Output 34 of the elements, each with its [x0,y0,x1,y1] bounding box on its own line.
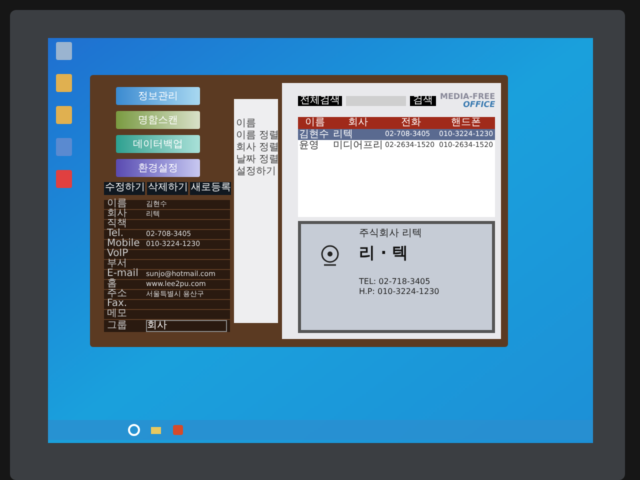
field-label: VoIP [107,249,130,259]
logo-text: OFFICE [463,101,496,109]
field-label: 홈 [107,279,118,289]
sort-menu-item[interactable]: 이름 정렬 [236,131,278,141]
column-header[interactable]: 핸드폰 [438,118,494,128]
search-label: 전체검색 [298,96,342,106]
field-label: E-mail [107,269,140,279]
sort-menu-item[interactable]: 날짜 정렬 [236,155,278,165]
group-dropdown[interactable]: 회사 [146,320,227,332]
logo-text: MEDIA-FREE [440,93,496,101]
sort-menu-item[interactable]: 회사 정렬 [236,143,278,153]
field-label: 이름 [107,199,128,209]
field-label: Mobile [107,239,141,249]
field-label: 메모 [107,309,128,319]
column-header[interactable]: 회사 [332,118,384,128]
field-label: 주소 [107,289,128,299]
field-label: 그룹 [107,320,128,330]
column-header[interactable]: 이름 [298,118,332,128]
field-label: Tel. [107,229,124,239]
field-label: 회사 [107,209,128,219]
field-label: Fax. [107,299,128,309]
field-label: 부서 [107,259,127,269]
card-text: TEL: 02-718-3405 [359,276,432,286]
column-header[interactable]: 전화 [384,118,438,128]
search-button[interactable]: 검색 [410,96,436,106]
sort-menu-item[interactable]: 이름 [236,119,278,129]
card-title: 주식회사 리텍 [359,228,424,240]
action-button[interactable]: 수정하기 [104,182,145,194]
card-text: H.P: 010-3224-1230 [359,286,440,296]
action-button[interactable]: 삭제하기 [147,182,188,194]
sort-menu-item[interactable]: 설정하기 [236,167,278,177]
action-button[interactable]: 새로등록 [190,182,231,194]
card-name: 리 · 텍 [359,242,410,262]
field-label: 직책 [107,219,128,229]
